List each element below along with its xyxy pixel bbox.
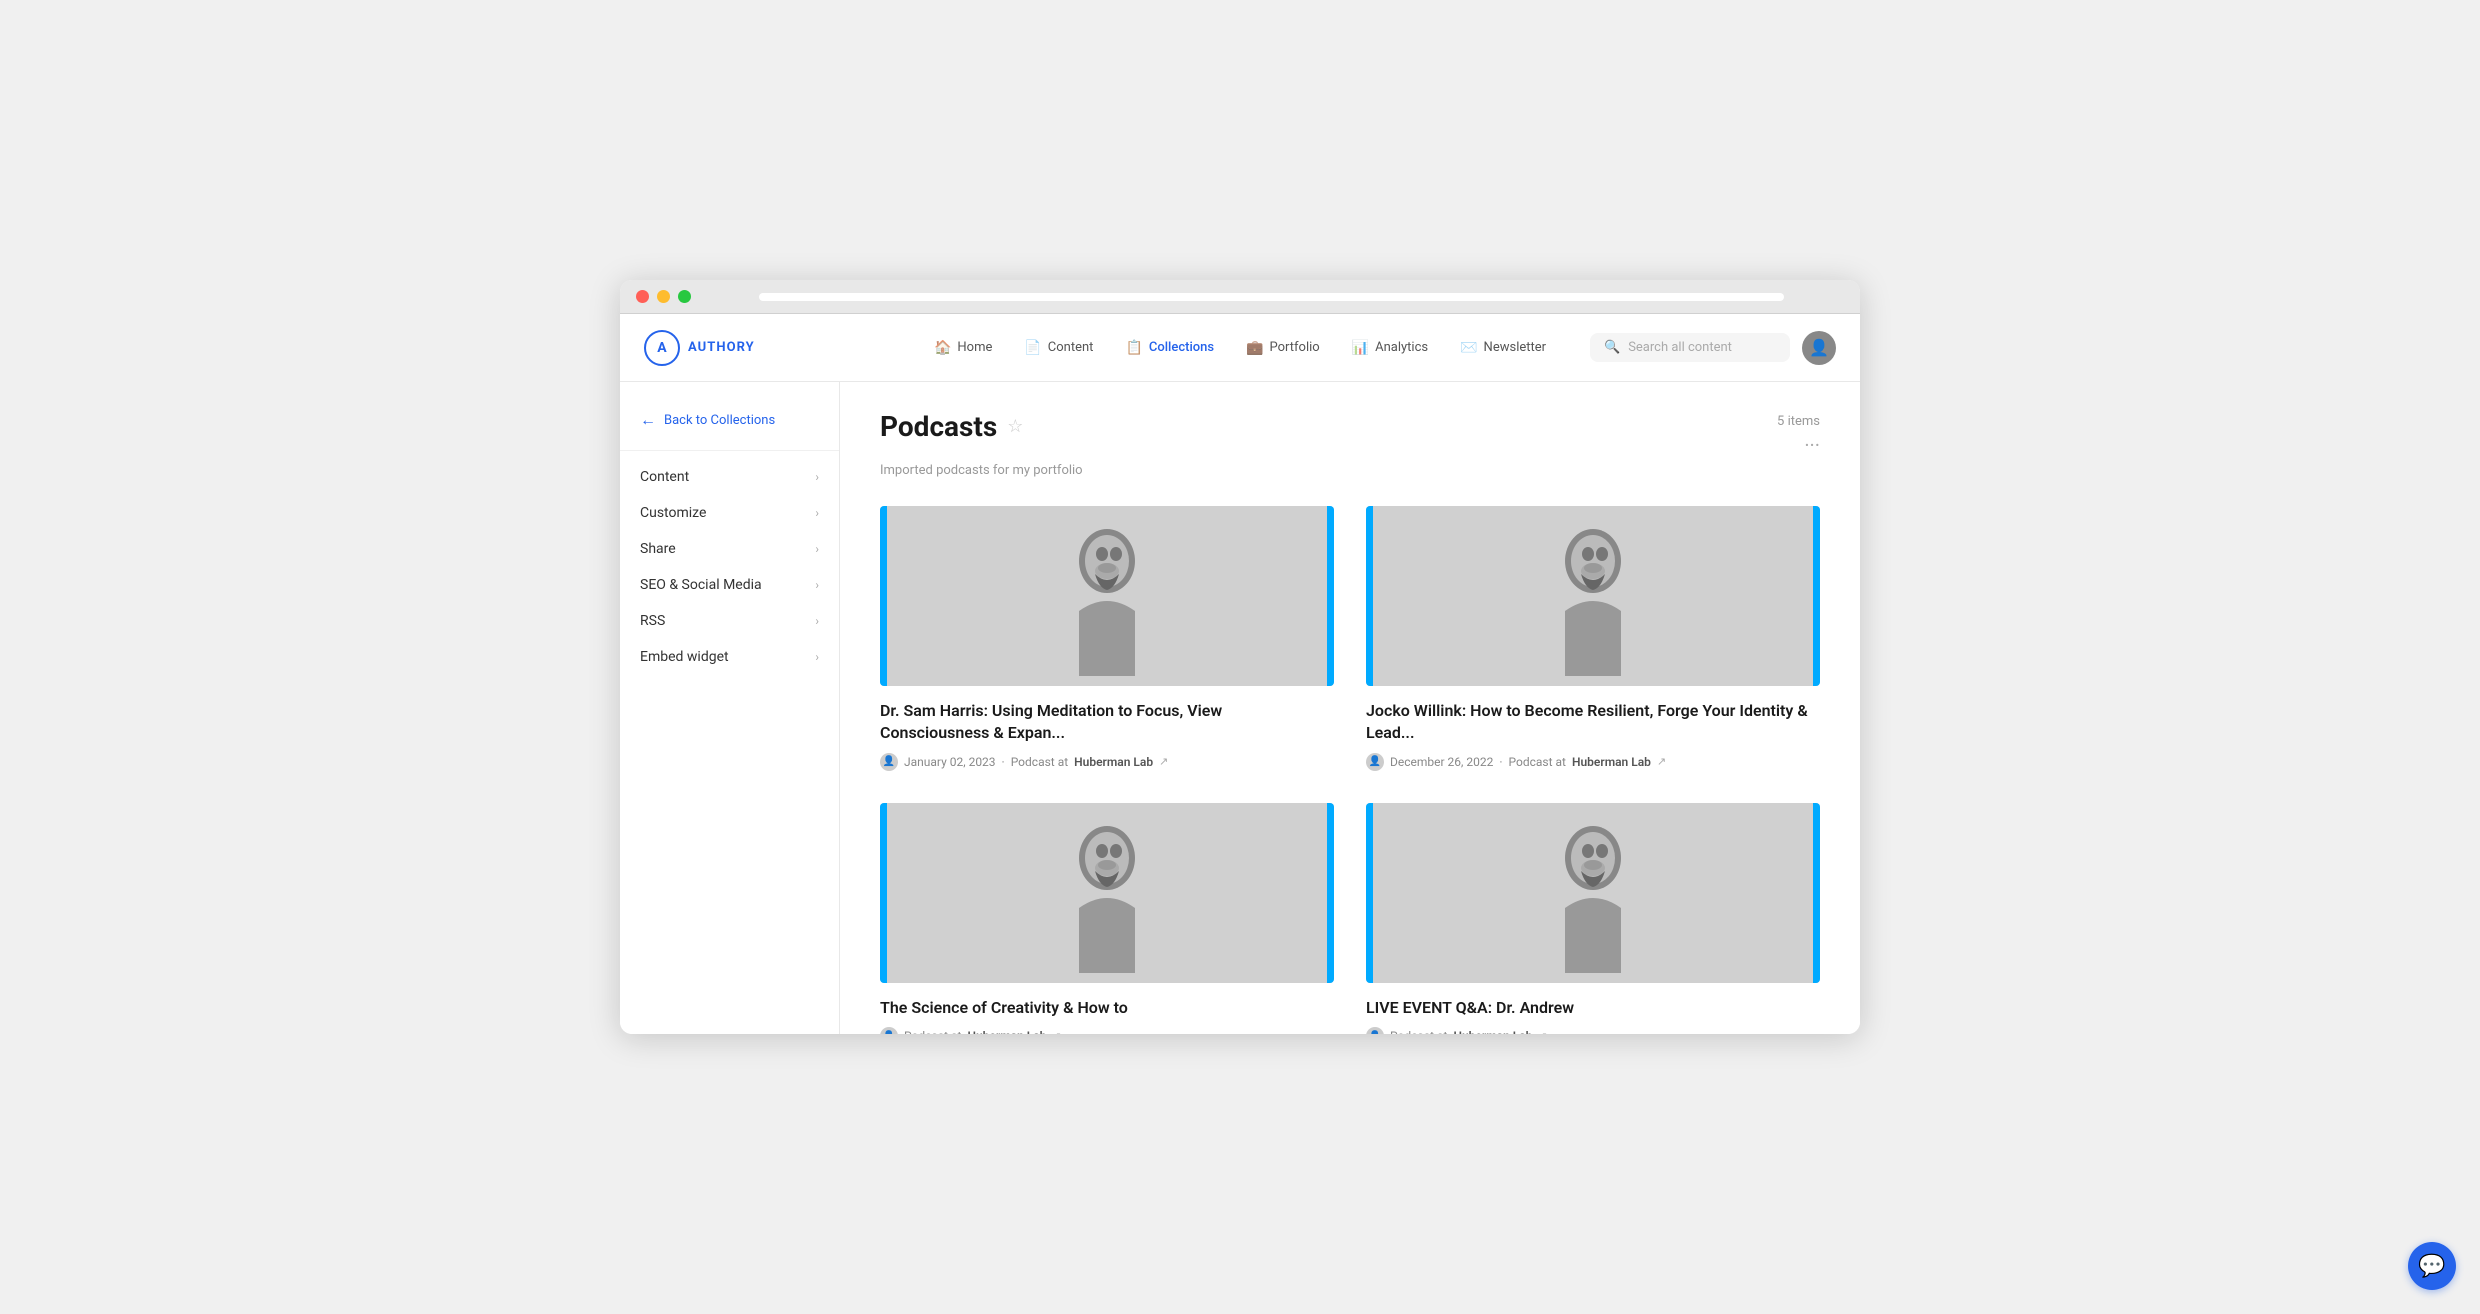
- page-title: Podcasts: [880, 410, 997, 443]
- home-icon: 🏠: [934, 340, 951, 356]
- card-thumbnail: [880, 803, 1334, 983]
- search-box[interactable]: 🔍 Search all content: [1590, 333, 1790, 362]
- more-options-button[interactable]: ···: [1777, 433, 1820, 457]
- card-type: Podcast at: [1509, 755, 1566, 769]
- nav-newsletter[interactable]: ✉️ Newsletter: [1446, 334, 1560, 362]
- list-item[interactable]: The Science of Creativity & How to 👤 Pod…: [880, 803, 1334, 1034]
- person-illustration: [1047, 516, 1167, 676]
- card-meta: 👤 Podcast at Huberman Lab ↗: [1366, 1027, 1820, 1034]
- sidebar-item-content[interactable]: Content ›: [620, 459, 839, 495]
- chevron-down-icon: ›: [815, 614, 819, 628]
- card-title: Dr. Sam Harris: Using Meditation to Focu…: [880, 700, 1334, 745]
- content-area: Podcasts ☆ 5 items ··· Imported podcasts…: [840, 382, 1860, 1034]
- card-source: Huberman Lab: [967, 1029, 1046, 1034]
- top-nav: A AUTHORY 🏠 Home 📄 Content 📋 Collections: [620, 314, 1860, 382]
- person-illustration: [1533, 516, 1653, 676]
- card-meta: 👤 Podcast at Huberman Lab ↗: [880, 1027, 1334, 1034]
- list-item[interactable]: Jocko Willink: How to Become Resilient, …: [1366, 506, 1820, 771]
- card-source: Huberman Lab: [1074, 755, 1153, 769]
- items-count: 5 items: [1777, 414, 1820, 429]
- newsletter-icon: ✉️: [1460, 340, 1477, 356]
- card-source: Huberman Lab: [1572, 755, 1651, 769]
- search-icon: 🔍: [1604, 340, 1620, 355]
- card-title: The Science of Creativity & How to: [880, 997, 1334, 1019]
- card-source-avatar: 👤: [1366, 1027, 1384, 1034]
- page-header: Podcasts ☆ 5 items ···: [880, 410, 1820, 457]
- logo-area[interactable]: A AUTHORY: [644, 330, 755, 366]
- sidebar-item-embed[interactable]: Embed widget ›: [620, 639, 839, 675]
- browser-chrome: [620, 280, 1860, 314]
- card-date: January 02, 2023: [904, 755, 996, 769]
- nav-portfolio[interactable]: 💼 Portfolio: [1232, 334, 1334, 362]
- card-thumbnail: [880, 506, 1334, 686]
- chevron-down-icon: ›: [815, 650, 819, 664]
- chevron-down-icon: ›: [815, 506, 819, 520]
- cards-grid: Dr. Sam Harris: Using Meditation to Focu…: [880, 506, 1820, 1034]
- nav-home[interactable]: 🏠 Home: [920, 334, 1006, 362]
- content-icon: 📄: [1024, 340, 1041, 356]
- card-image: [880, 506, 1334, 686]
- search-placeholder: Search all content: [1628, 340, 1732, 355]
- card-thumbnail: [1366, 803, 1820, 983]
- person-illustration: [1047, 813, 1167, 973]
- sidebar-item-customize[interactable]: Customize ›: [620, 495, 839, 531]
- card-title: Jocko Willink: How to Become Resilient, …: [1366, 700, 1820, 745]
- sidebar-item-rss[interactable]: RSS ›: [620, 603, 839, 639]
- portfolio-icon: 💼: [1246, 340, 1263, 356]
- user-avatar[interactable]: 👤: [1802, 331, 1836, 365]
- main-layout: ← Back to Collections Content › Customiz…: [620, 382, 1860, 1034]
- nav-right: 🔍 Search all content 👤: [1590, 331, 1836, 365]
- browser-dot-red[interactable]: [636, 290, 649, 303]
- sidebar: ← Back to Collections Content › Customiz…: [620, 382, 840, 1034]
- card-type: Podcast at: [904, 1029, 961, 1034]
- nav-collections[interactable]: 📋 Collections: [1111, 334, 1228, 362]
- browser-dot-yellow[interactable]: [657, 290, 670, 303]
- card-image: [1366, 506, 1820, 686]
- external-link-icon[interactable]: ↗: [1538, 1030, 1547, 1034]
- card-title: LIVE EVENT Q&A: Dr. Andrew: [1366, 997, 1820, 1019]
- back-arrow-icon: ←: [640, 410, 656, 430]
- logo-text: AUTHORY: [688, 340, 755, 355]
- card-image: [1366, 803, 1820, 983]
- page-description: Imported podcasts for my portfolio: [880, 463, 1820, 478]
- card-source-avatar: 👤: [880, 1027, 898, 1034]
- chevron-down-icon: ›: [815, 470, 819, 484]
- card-meta: 👤 December 26, 2022 · Podcast at Huberma…: [1366, 753, 1820, 771]
- card-image: [880, 803, 1334, 983]
- chevron-down-icon: ›: [815, 578, 819, 592]
- external-link-icon[interactable]: ↗: [1052, 1030, 1061, 1034]
- card-type: Podcast at: [1011, 755, 1068, 769]
- card-thumbnail: [1366, 506, 1820, 686]
- browser-dot-green[interactable]: [678, 290, 691, 303]
- person-illustration: [1533, 813, 1653, 973]
- collections-icon: 📋: [1125, 340, 1142, 356]
- page-title-row: Podcasts ☆: [880, 410, 1023, 443]
- logo-icon: A: [644, 330, 680, 366]
- sidebar-item-share[interactable]: Share ›: [620, 531, 839, 567]
- external-link-icon[interactable]: ↗: [1657, 755, 1666, 768]
- card-source-avatar: 👤: [1366, 753, 1384, 771]
- nav-analytics[interactable]: 📊 Analytics: [1338, 334, 1442, 362]
- card-meta: 👤 January 02, 2023 · Podcast at Huberman…: [880, 753, 1334, 771]
- nav-items: 🏠 Home 📄 Content 📋 Collections 💼 Portfol…: [920, 334, 1560, 362]
- analytics-icon: 📊: [1352, 340, 1369, 356]
- card-source-avatar: 👤: [880, 753, 898, 771]
- card-type: Podcast at: [1390, 1029, 1447, 1034]
- list-item[interactable]: Dr. Sam Harris: Using Meditation to Focu…: [880, 506, 1334, 771]
- nav-content[interactable]: 📄 Content: [1010, 334, 1107, 362]
- card-source: Huberman Lab: [1453, 1029, 1532, 1034]
- star-icon[interactable]: ☆: [1007, 416, 1023, 437]
- chevron-down-icon: ›: [815, 542, 819, 556]
- back-to-collections[interactable]: ← Back to Collections: [620, 402, 839, 451]
- browser-url-bar[interactable]: [759, 293, 1784, 301]
- external-link-icon[interactable]: ↗: [1159, 755, 1168, 768]
- list-item[interactable]: LIVE EVENT Q&A: Dr. Andrew 👤 Podcast at …: [1366, 803, 1820, 1034]
- sidebar-item-seo[interactable]: SEO & Social Media ›: [620, 567, 839, 603]
- card-date: December 26, 2022: [1390, 755, 1493, 769]
